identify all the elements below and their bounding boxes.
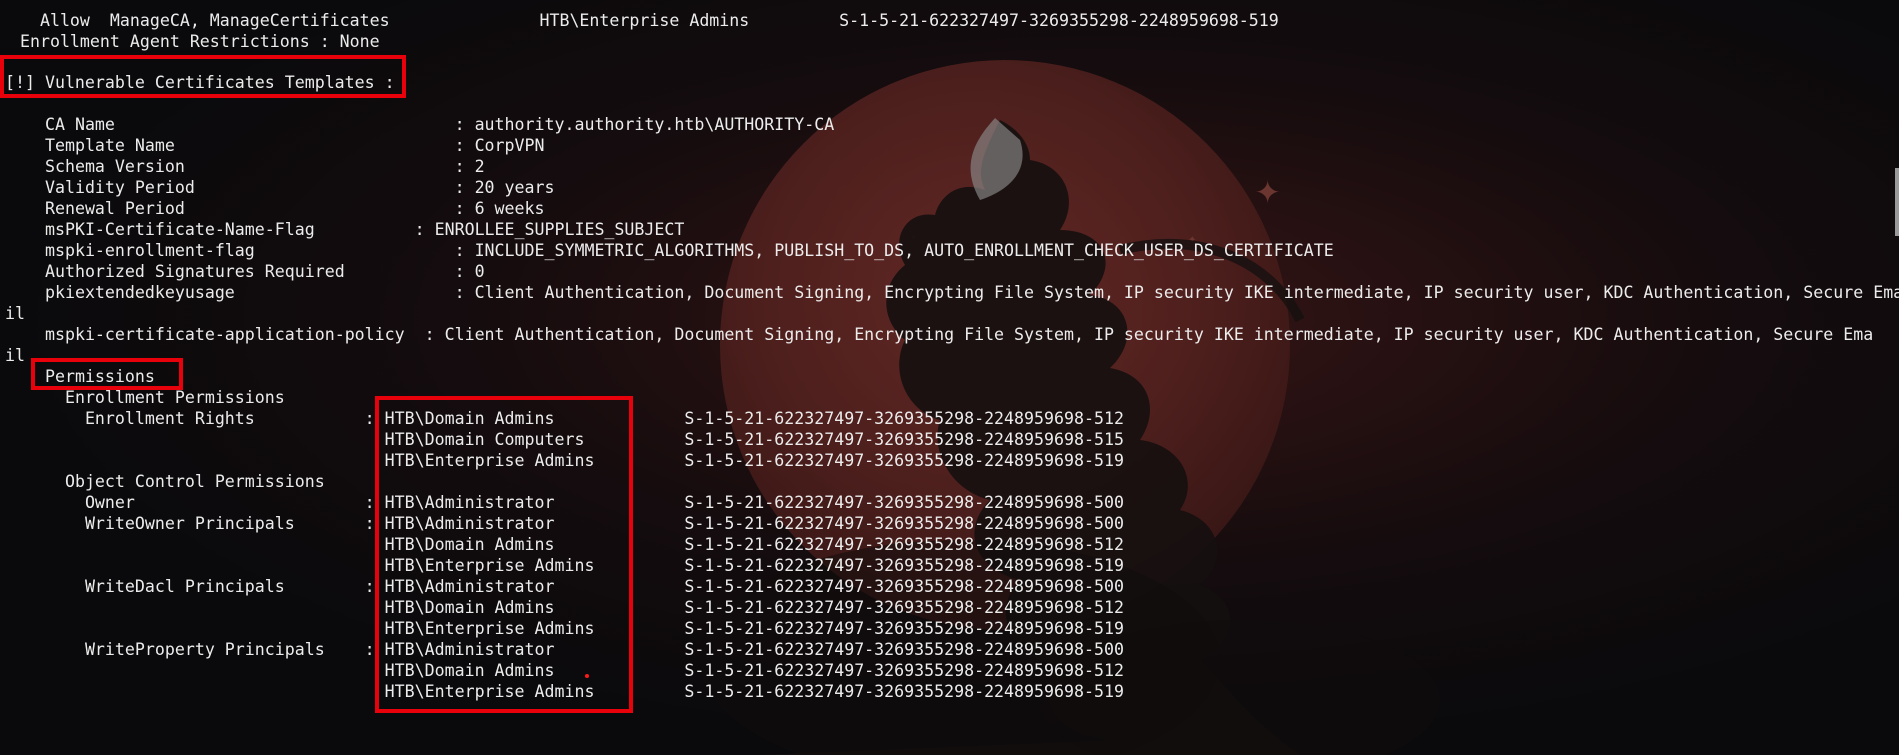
terminal-line: Allow ManageCA, ManageCertificates HTB\E…	[0, 11, 1279, 30]
terminal-line: Object Control Permissions	[25, 472, 325, 491]
terminal-line: mspki-enrollment-flag : INCLUDE_SYMMETRI…	[25, 241, 1334, 260]
terminal-line: Template Name : CorpVPN	[25, 136, 545, 155]
terminal-line: CA Name : authority.authority.htb\AUTHOR…	[25, 115, 835, 134]
terminal-line: Renewal Period : 6 weeks	[25, 199, 545, 218]
terminal-line: pkiextendedkeyusage : Client Authenticat…	[25, 283, 1899, 302]
terminal-line: Validity Period : 20 years	[25, 178, 555, 197]
highlight-box-permissions	[31, 358, 183, 390]
terminal-line: Schema Version : 2	[25, 157, 485, 176]
terminal-line: msPKI-Certificate-Name-Flag : ENROLLEE_S…	[25, 220, 685, 239]
terminal-line: mspki-certificate-application-policy : C…	[25, 325, 1874, 344]
terminal-line: Enrollment Permissions	[25, 388, 285, 407]
terminal-line: Enrollment Agent Restrictions : None	[0, 32, 380, 51]
terminal-line: il	[5, 346, 25, 365]
terminal-output: Allow ManageCA, ManageCertificates HTB\E…	[0, 0, 1899, 755]
terminal-line: Authorized Signatures Required : 0	[25, 262, 485, 281]
annotation-dot	[585, 674, 589, 678]
highlight-box-principals	[375, 396, 633, 713]
highlight-box-vulnerable-templates	[0, 55, 406, 98]
terminal-line: il	[5, 304, 25, 323]
